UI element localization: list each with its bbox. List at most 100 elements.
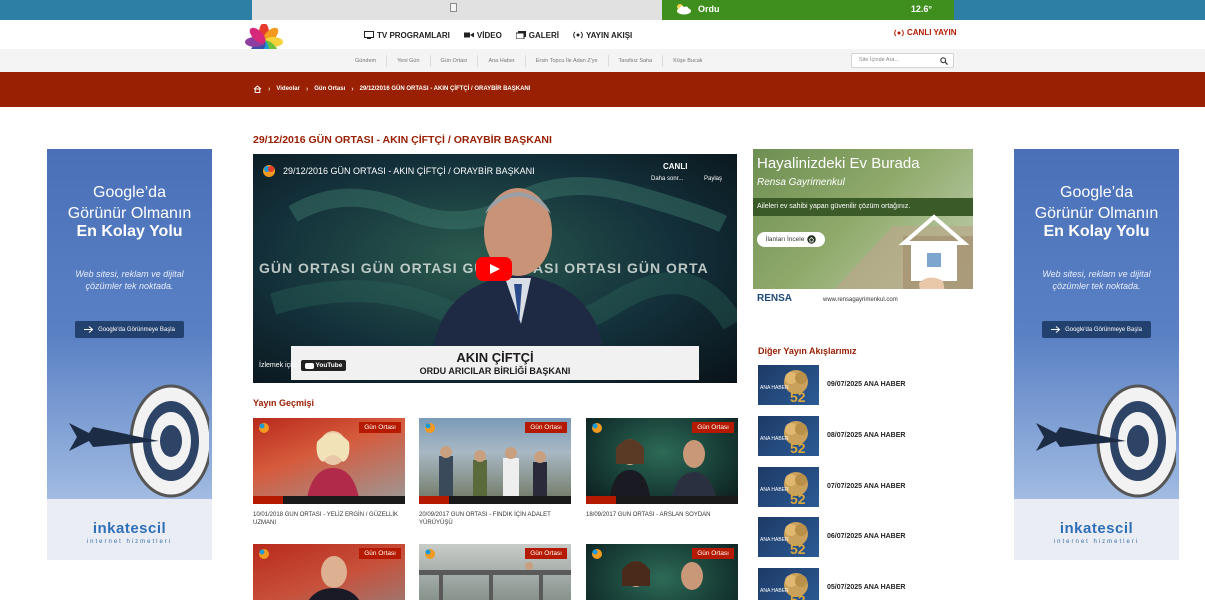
nav-galeri[interactable]: GALERİ (515, 28, 559, 42)
search-icon[interactable] (940, 57, 948, 65)
news-ticker (253, 496, 405, 504)
news-ticker (419, 496, 571, 504)
history-title: Yayın Geçmişi (253, 398, 315, 408)
subnav-item-ana-haber[interactable]: Ana Haber (478, 54, 526, 67)
broadcast-label: 06/07/2025 ANA HABER (827, 533, 906, 540)
broadcast-item[interactable]: 52 ANA HABER 05/07/2025 ANA HABER (758, 568, 958, 600)
search-input[interactable]: Site İçinde Ara... (851, 53, 954, 68)
arrow-right-icon (1051, 326, 1061, 333)
live-broadcast-link[interactable]: CANLI YAYIN (894, 28, 957, 37)
history-caption[interactable]: 10/01/2018 GUN ORTASI - YELİZ ERGİN / GÜ… (253, 511, 405, 527)
share-button[interactable]: Paylaş (704, 176, 722, 182)
subnav-item-tarafsiz-saha[interactable]: Tarafsız Saha (609, 54, 664, 67)
thumb-crowd (439, 446, 547, 496)
nav-tv-programlari[interactable]: TV PROGRAMLARI (364, 28, 450, 42)
broadcast-label: 05/07/2025 ANA HABER (827, 584, 906, 591)
history-caption[interactable]: 20/09/2017 GUN ORTASI - FINDIK İÇİN ADAL… (419, 511, 571, 527)
watch-later-button[interactable]: Daha sonr... (651, 176, 683, 182)
thumb-people (622, 561, 703, 590)
ad-cta-button[interactable]: Google'da Görünmeye Başla (1042, 321, 1151, 338)
category-badge: Gün Ortası (692, 548, 734, 559)
broadcast-thumb: 52 ANA HABER (758, 568, 819, 600)
breadcrumb-bar: › Videolar › Gün Ortası › 29/12/2016 GÜN… (0, 72, 1205, 107)
weather-temperature: 12.6° (910, 4, 932, 14)
ad-cta-button[interactable]: Google'da Görünmeye Başla (75, 321, 184, 338)
svg-text:52: 52 (790, 592, 806, 600)
subnav-item-gundem[interactable]: Gündem (345, 54, 388, 67)
subnav-item-ersin-topcu[interactable]: Ersin Topcu İle Adan Z'ye (526, 54, 609, 67)
video-player[interactable]: GÜN ORTASI GÜN ORTASI GÜN ORTASI ORTASI … (253, 154, 737, 383)
nav-label: YAYIN AKIŞI (586, 30, 633, 40)
channel-logo (259, 423, 269, 433)
broadcast-thumb: 52 ANA HABER (758, 416, 819, 456)
nav-label: TV PROGRAMLARI (377, 30, 450, 40)
real-estate-ad[interactable]: Hayalinizdeki Ev Burada Rensa Gayrimenku… (753, 149, 973, 311)
broadcast-item[interactable]: 52 ANA HABER 09/07/2025 ANA HABER (758, 365, 958, 407)
channel-logo (592, 549, 602, 559)
home-icon[interactable] (253, 85, 262, 93)
side-ad-left[interactable]: Google’da Görünür Olmanın En Kolay Yolu W… (47, 149, 212, 560)
breadcrumb-videolar[interactable]: Videolar (276, 86, 300, 92)
video-title[interactable]: 29/12/2016 GÜN ORTASI - AKIN ÇİFTÇİ / OR… (283, 166, 535, 176)
breadcrumb: › Videolar › Gün Ortası › 29/12/2016 GÜN… (253, 85, 530, 93)
history-thumb[interactable]: Gün Ortası (419, 544, 571, 600)
channel-logo: 52 (784, 573, 808, 600)
ad-subtext: Web sitesi, reklam ve dijital çözümler t… (1042, 269, 1151, 291)
subnav-item-yeni-gun[interactable]: Yeni Gün (387, 54, 431, 67)
play-button[interactable] (476, 257, 512, 281)
youtube-logo: YouTube (300, 360, 347, 371)
ad-url[interactable]: www.rensagayrimenkul.com (823, 297, 898, 303)
ad-logo: RENSA (757, 293, 793, 304)
chevron-right-icon: › (305, 85, 309, 93)
thumb-person (307, 431, 359, 498)
tv-icon (364, 31, 374, 39)
broadcast-item[interactable]: 52 ANA HABER 07/07/2025 ANA HABER (758, 467, 958, 509)
history-thumb[interactable]: Gün Ortası (253, 418, 405, 504)
search-placeholder: Site İçinde Ara... (859, 57, 900, 63)
svg-text:52: 52 (790, 541, 806, 557)
nav-yayin-akisi[interactable]: YAYIN AKIŞI (573, 28, 632, 42)
ad-cta-button[interactable]: İlanları İncele (757, 232, 825, 247)
news-ticker (586, 496, 738, 504)
category-badge: Gün Ortası (359, 422, 401, 433)
history-thumb[interactable]: Gün Ortası (419, 418, 571, 504)
ad-brand-logo: inkatescil (1059, 520, 1134, 537)
category-badge: Gün Ortası (692, 422, 734, 433)
chevron-right-icon: › (351, 85, 354, 93)
history-thumb[interactable]: Gün Ortası (586, 418, 738, 504)
main-nav: TV PROGRAMLARI VİDEO GALERİ YAYIN AKIŞI (364, 28, 632, 42)
guest-name: AKIN ÇİFTÇİ (456, 350, 534, 365)
broadcast-icon (573, 31, 583, 39)
weather-widget[interactable]: Ordu 12.6° (662, 0, 954, 20)
history-thumb[interactable]: Gün Ortası (253, 544, 405, 600)
watch-on-youtube[interactable]: İzlemek için: YouTube (259, 360, 347, 371)
broadcast-item[interactable]: 52 ANA HABER 08/07/2025 ANA HABER (758, 416, 958, 458)
category-badge: Gün Ortası (525, 422, 567, 433)
history-caption[interactable]: 18/09/2017 GUN ORTASI - ARSLAN SOYDAN (586, 511, 738, 519)
sub-nav-bar: Gündem Yeni Gün Gün Ortası Ana Haber Ers… (0, 49, 1205, 72)
svg-text:52: 52 (790, 389, 806, 405)
gallery-icon (515, 31, 526, 39)
broadcasts-title: Diğer Yayın Akışlarımız (758, 346, 857, 356)
history-thumb[interactable]: Gün Ortası (586, 544, 738, 600)
broadcast-thumb: 52 ANA HABER (758, 365, 819, 405)
presenter-figure (433, 188, 603, 349)
breadcrumb-gun-ortasi[interactable]: Gün Ortası (314, 86, 345, 92)
thumb-person (308, 556, 360, 600)
ad-line-1: Google’da Görünür Olmanın (1034, 184, 1159, 222)
ad-company: Rensa Gayrimenkul (757, 177, 845, 188)
subnav-item-gun-ortasi[interactable]: Gün Ortası (431, 54, 479, 67)
live-badge: CANLI (663, 162, 688, 171)
ad-line-1: Google’da Görünür Olmanın (67, 184, 192, 222)
channel-logo (592, 423, 602, 433)
top-ad-slot[interactable] (252, 0, 662, 20)
svg-text:52: 52 (790, 491, 806, 507)
broadcast-thumb: 52 ANA HABER (758, 517, 819, 557)
subnav-item-kose-bucak[interactable]: Köşe Bucak (663, 55, 712, 67)
cloud-sun-icon (677, 4, 691, 15)
broadcast-label: 08/07/2025 ANA HABER (827, 432, 906, 439)
nav-video[interactable]: VİDEO (463, 28, 502, 42)
chevron-right-icon: › (268, 85, 271, 93)
side-ad-right[interactable]: Google’da Görünür Olmanın En Kolay Yolu W… (1014, 149, 1179, 560)
broadcast-item[interactable]: 52 ANA HABER 06/07/2025 ANA HABER (758, 517, 958, 559)
